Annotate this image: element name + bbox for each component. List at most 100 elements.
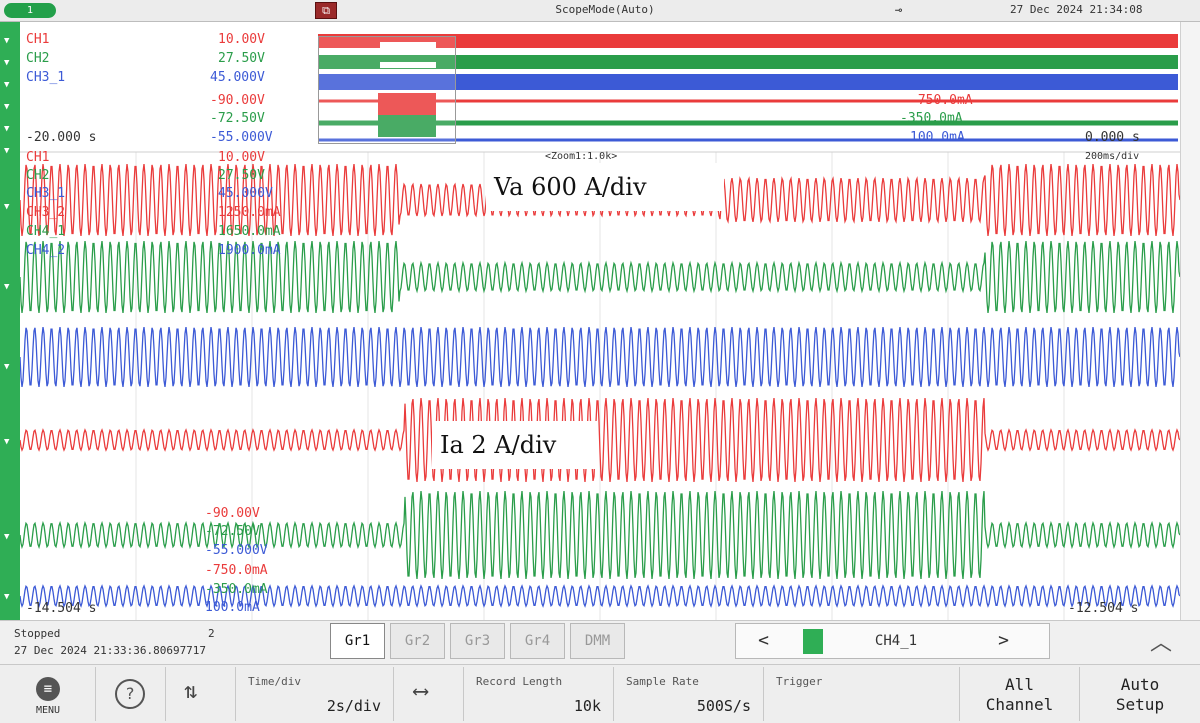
status-bar: 1 ⧉ ScopeMode(Auto) ⊸ 27 Dec 2024 21:34:… xyxy=(0,0,1200,22)
record-length-value: 10k xyxy=(573,697,601,715)
zoom-window-box[interactable] xyxy=(318,36,456,144)
auto-setup-line2: Setup xyxy=(1115,695,1165,714)
voltage-scale-annotation: Va 600 A/div xyxy=(486,163,724,211)
zoom-ch3-2-offset: -750.0mA xyxy=(205,563,268,578)
next-channel-button[interactable]: > xyxy=(976,624,1031,658)
overview-ch2-name: CH2 xyxy=(26,51,50,66)
ch4-1-marker-icon[interactable]: ▼ xyxy=(4,124,9,134)
menu-button[interactable]: ≡ MENU xyxy=(0,667,96,721)
menu-icon: ≡ xyxy=(36,677,60,701)
all-channel-line2: Channel xyxy=(985,695,1054,714)
ch3-marker-icon[interactable]: ▼ xyxy=(4,80,9,90)
chevron-up-icon[interactable]: ︿ xyxy=(1150,625,1172,657)
overview-ch2-offset: -72.50V xyxy=(210,111,265,126)
menu-label: MENU xyxy=(35,705,61,716)
zoom-ratio-label: <Zoom1:1.0k> xyxy=(545,151,618,162)
zoom-start-time: -14.504 s xyxy=(26,601,97,616)
overview-ch1-scale: 10.00V xyxy=(218,32,265,47)
zoom-ch4-1-offset: -350.0mA xyxy=(205,582,268,597)
prev-channel-button[interactable]: < xyxy=(736,624,791,658)
ch4-2-zoom-marker-icon[interactable]: ▼ xyxy=(4,592,9,602)
scope-mode-label: ScopeMode(Auto) xyxy=(555,3,655,16)
zoom-ch3-2-name: CH3_2 xyxy=(26,205,66,220)
time-per-div-label: 200ms/div xyxy=(1085,151,1140,162)
all-channel-line1: All xyxy=(1005,675,1034,694)
zoom-ch2-offset: -72.50V xyxy=(205,524,260,539)
overview-ch1-offset: -90.00V xyxy=(210,93,265,108)
channel-rail[interactable]: ▼ ▼ ▼ ▼ ▼ ▼ ▼ ▼ ▼ ▼ ▼ ▼ xyxy=(0,22,20,620)
trigger-control[interactable]: Trigger xyxy=(764,667,960,721)
ch3-2-zoom-marker-icon[interactable]: ▼ xyxy=(4,437,9,447)
zoom-ch4-2-scale: 1900.0mA xyxy=(218,243,281,258)
trigger-title: Trigger xyxy=(776,675,823,688)
zoom-ch4-2-offset: 100.0mA xyxy=(205,600,260,615)
date-time: 27 Dec 2024 21:34:08 xyxy=(1010,3,1143,16)
zoom-ch3-2-scale: 1250.0mA xyxy=(218,205,281,220)
zoom-ch2-name: CH2 xyxy=(26,168,50,183)
time-div-control[interactable]: Time/div 2s/div xyxy=(236,667,394,721)
ch4-2-marker-icon[interactable]: ▼ xyxy=(4,146,9,156)
tab-gr2[interactable]: Gr2 xyxy=(390,623,445,659)
zoom-ch1-name: CH1 xyxy=(26,150,50,165)
ch1-marker-icon[interactable]: ▼ xyxy=(4,36,9,46)
selected-channel-name[interactable]: CH4_1 xyxy=(846,624,946,658)
waveform-display[interactable] xyxy=(20,22,1180,620)
zoom-ch1-offset: -90.00V xyxy=(205,506,260,521)
overview-ch4-1-offset: -350.0mA xyxy=(900,111,963,126)
overview-ch3-name: CH3_1 xyxy=(26,70,66,85)
zoom-ch1-scale: 10.00V xyxy=(218,150,265,165)
power-plug-icon: ⊸ xyxy=(895,3,903,17)
zoom-end-time: -12.504 s xyxy=(1068,601,1139,616)
overview-ch3-offset: -55.000V xyxy=(210,130,273,145)
zoom-scope-icon[interactable]: ⧉ xyxy=(315,2,337,19)
ch2-marker-icon[interactable]: ▼ xyxy=(4,58,9,68)
help-button[interactable]: ? xyxy=(96,667,166,721)
acquisition-count: 2 xyxy=(208,627,215,640)
trigger-mode-icon: ⟷ xyxy=(414,679,428,704)
help-icon: ? xyxy=(115,679,145,709)
tab-dmm[interactable]: DMM xyxy=(570,623,625,659)
zoom-ch4-1-name: CH4_1 xyxy=(26,224,66,239)
tab-gr1[interactable]: Gr1 xyxy=(330,623,385,659)
ch4-1-zoom-marker-icon[interactable]: ▼ xyxy=(4,532,9,542)
autoscale-icon: ⇅ xyxy=(184,679,198,704)
time-div-title: Time/div xyxy=(248,675,301,688)
zoom-ch3-offset: -55.000V xyxy=(205,543,268,558)
overview-ch3-2-offset: -750.0mA xyxy=(910,93,973,108)
right-marker-rail xyxy=(1180,22,1200,620)
tab-gr4[interactable]: Gr4 xyxy=(510,623,565,659)
run-state: Stopped xyxy=(14,627,61,640)
all-channel-button[interactable]: All Channel xyxy=(960,667,1080,721)
channel-selector: < CH4_1 > xyxy=(735,623,1050,659)
overview-end-time: 0.000 s xyxy=(1085,130,1140,145)
overview-ch4-2-offset: 100.0mA xyxy=(910,130,965,145)
group-badge[interactable]: 1 xyxy=(4,3,56,18)
ch3-2-marker-icon[interactable]: ▼ xyxy=(4,102,9,112)
auto-setup-line1: Auto xyxy=(1120,675,1160,694)
ch1-zoom-marker-icon[interactable]: ▼ xyxy=(4,202,9,212)
overview-ch1-name: CH1 xyxy=(26,32,50,47)
channel-color-swatch xyxy=(803,629,823,654)
zoom-ch3-1-scale: 45.000V xyxy=(218,186,273,201)
sample-rate-title: Sample Rate xyxy=(626,675,699,688)
zoom-ch4-2-name: CH4_2 xyxy=(26,243,66,258)
ch2-zoom-marker-icon[interactable]: ▼ xyxy=(4,282,9,292)
acquisition-timestamp: 27 Dec 2024 21:33:36.80697717 xyxy=(14,644,207,657)
sample-rate-value: 500S/s xyxy=(696,697,751,715)
record-length-control[interactable]: Record Length 10k xyxy=(464,667,614,721)
overview-ch2-scale: 27.50V xyxy=(218,51,265,66)
overview-start-time: -20.000 s xyxy=(26,130,97,145)
overview-ch3-scale: 45.000V xyxy=(210,70,265,85)
zoom-ch2-scale: 27.50V xyxy=(218,168,265,183)
time-div-value: 2s/div xyxy=(326,697,381,715)
autoscale-button[interactable]: ⇅ xyxy=(166,667,236,721)
ch3-zoom-marker-icon[interactable]: ▼ xyxy=(4,362,9,372)
trigger-mode-button[interactable]: ⟷ xyxy=(394,667,464,721)
waveform-svg xyxy=(20,34,1180,620)
record-length-title: Record Length xyxy=(476,675,563,688)
zoom-ch3-1-name: CH3_1 xyxy=(26,186,66,201)
auto-setup-button[interactable]: Auto Setup xyxy=(1080,667,1200,721)
current-scale-annotation: Ia 2 A/div xyxy=(432,421,597,469)
sample-rate-control[interactable]: Sample Rate 500S/s xyxy=(614,667,764,721)
tab-gr3[interactable]: Gr3 xyxy=(450,623,505,659)
